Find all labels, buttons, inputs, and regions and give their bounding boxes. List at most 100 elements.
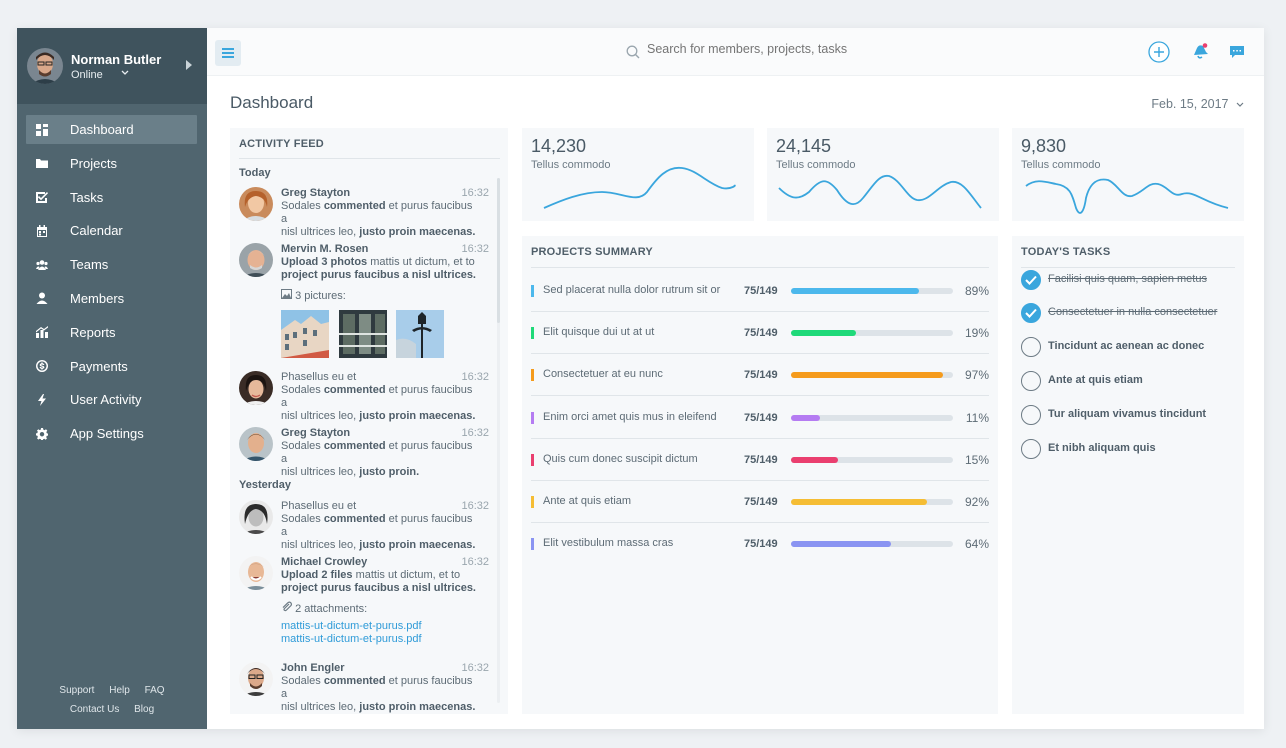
avatar[interactable] — [239, 662, 273, 696]
sidebar-item-calendar[interactable]: Calendar — [26, 216, 197, 245]
project-progress-bar — [791, 288, 953, 294]
project-row[interactable]: Sed placerat nulla dolor rutrum sit or 75… — [531, 269, 989, 311]
chevron-down-icon — [1236, 102, 1244, 107]
feed-author[interactable]: Greg Stayton — [281, 187, 350, 199]
scrollbar-thumb[interactable] — [497, 178, 500, 323]
photo-thumbnail[interactable] — [281, 310, 329, 358]
activity-feed: ACTIVITY FEED Today Greg Stayton 16:32 S… — [230, 128, 508, 714]
user-avatar[interactable] — [27, 48, 63, 84]
sidebar-item-label: Dashboard — [70, 122, 134, 137]
photo-thumbnail[interactable] — [339, 310, 387, 358]
task-item[interactable]: Consectetuer in nulla consectetuer — [1021, 303, 1231, 327]
task-checkbox[interactable] — [1021, 270, 1041, 290]
sidebar-item-user-activity[interactable]: User Activity — [26, 385, 197, 414]
feed-author[interactable]: John Engler — [281, 662, 345, 674]
avatar[interactable] — [239, 556, 273, 590]
task-item[interactable]: Facilisi quis quam, sapien metus — [1021, 270, 1231, 294]
task-item[interactable]: Et nibh aliquam quis — [1021, 439, 1231, 463]
avatar[interactable] — [239, 243, 273, 277]
feed-text: Sodales commented et purus faucibus a nis… — [281, 440, 473, 478]
check-icon — [1025, 275, 1037, 285]
blog-link[interactable]: Blog — [134, 704, 154, 715]
feed-time: 16:32 — [461, 371, 489, 383]
project-row[interactable]: Ante at quis etiam 75/149 92% — [531, 480, 989, 522]
progress-fill — [791, 457, 838, 463]
task-item[interactable]: Tur aliquam vivamus tincidunt — [1021, 405, 1231, 429]
feed-author[interactable]: Phasellus eu et — [281, 500, 356, 512]
project-progress-bar — [791, 499, 953, 505]
sidebar-item-label: Projects — [70, 155, 117, 171]
feed-time: 16:32 — [461, 427, 489, 439]
sidebar-item-dashboard[interactable]: Dashboard — [26, 115, 197, 144]
day-heading-yesterday: Yesterday — [239, 479, 291, 491]
menu-toggle-button[interactable] — [215, 40, 241, 66]
feed-time: 16:32 — [461, 243, 489, 255]
calendar-icon — [35, 224, 48, 237]
search-input[interactable] — [647, 42, 947, 56]
sidebar-item-projects[interactable]: Projects — [26, 149, 197, 178]
stat-label: Tellus commodo — [776, 159, 856, 171]
avatar[interactable] — [239, 187, 273, 221]
date-select[interactable]: Feb. 15, 2017 — [1151, 97, 1244, 111]
feed-time: 16:32 — [461, 187, 489, 199]
avatar[interactable] — [239, 371, 273, 405]
task-item[interactable]: Tincidunt ac aenean ac donec — [1021, 337, 1231, 361]
photo-thumbnail[interactable] — [396, 310, 444, 358]
task-label: Consectetuer in nulla consectetuer — [1048, 306, 1218, 318]
faq-link[interactable]: FAQ — [145, 685, 165, 696]
task-checkbox[interactable] — [1021, 371, 1041, 391]
sidebar-item-tasks[interactable]: Tasks — [26, 183, 197, 212]
project-row[interactable]: Enim orci amet quis mus in eleifend 75/14… — [531, 396, 989, 438]
chevron-down-icon[interactable] — [121, 69, 129, 79]
task-checkbox[interactable] — [1021, 405, 1041, 425]
user-status[interactable]: Online — [71, 69, 103, 81]
sidebar-item-members[interactable]: Members — [26, 284, 197, 313]
member-icon — [35, 292, 48, 305]
project-row[interactable]: Elit vestibulum massa cras 75/149 64% — [531, 522, 989, 564]
feed-author[interactable]: Phasellus eu et — [281, 371, 356, 383]
avatar[interactable] — [239, 427, 273, 461]
project-color-marker — [531, 496, 534, 508]
feed-text: Sodales commented et purus faucibus a nis… — [281, 200, 476, 238]
todays-tasks: TODAY'S TASKS Facilisi quis quam, sapien… — [1012, 236, 1244, 714]
chat-icon — [1230, 46, 1244, 58]
sidebar-item-reports[interactable]: Reports — [26, 318, 197, 347]
attachment-link[interactable]: mattis-ut-dictum-et-purus.pdf — [281, 620, 422, 632]
projects-summary-title: PROJECTS SUMMARY — [531, 246, 653, 258]
project-row[interactable]: Consectetuer at eu nunc 75/149 97% — [531, 353, 989, 395]
check-icon — [1025, 308, 1037, 318]
help-link[interactable]: Help — [109, 685, 130, 696]
add-button[interactable] — [1148, 41, 1170, 63]
sidebar-item-app-settings[interactable]: App Settings — [26, 419, 197, 448]
feed-time: 16:32 — [461, 556, 489, 568]
sidebar-item-label: Members — [70, 290, 125, 306]
contact-us-link[interactable]: Contact Us — [70, 704, 119, 715]
support-link[interactable]: Support — [59, 685, 94, 696]
stat-value: 14,230 — [531, 136, 587, 156]
project-row[interactable]: Quis cum donec suscipit dictum 75/149 15% — [531, 438, 989, 480]
feed-text: Sodales commented et purus faucibus a nis… — [281, 513, 476, 551]
task-item[interactable]: Ante at quis etiam — [1021, 371, 1231, 395]
notifications-button[interactable] — [1189, 41, 1211, 63]
avatar[interactable] — [239, 500, 273, 534]
task-checkbox[interactable] — [1021, 303, 1041, 323]
attachment-link[interactable]: mattis-ut-dictum-et-purus.pdf — [281, 633, 422, 645]
user-profile[interactable]: Norman Butler Online — [17, 28, 207, 104]
tasks-icon — [35, 191, 48, 204]
sidebar-item-teams[interactable]: Teams — [26, 250, 197, 279]
task-checkbox[interactable] — [1021, 337, 1041, 357]
feed-author[interactable]: Greg Stayton — [281, 427, 350, 439]
expand-arrow-icon[interactable] — [186, 60, 192, 70]
feed-author[interactable]: Mervin M. Rosen — [281, 243, 368, 255]
feed-author[interactable]: Michael Crowley — [281, 556, 367, 568]
project-progress-bar — [791, 372, 953, 378]
project-row[interactable]: Elit quisque dui ut at ut 75/149 19% — [531, 311, 989, 353]
task-checkbox[interactable] — [1021, 439, 1041, 459]
stat-label: Tellus commodo — [531, 159, 611, 171]
progress-fill — [791, 541, 891, 547]
messages-button[interactable] — [1226, 41, 1248, 63]
feed-text: Sodales commented et purus faucibus a nis… — [281, 384, 476, 422]
page-title: Dashboard — [230, 93, 314, 112]
project-name: Quis cum donec suscipit dictum — [543, 453, 698, 465]
sidebar-item-payments[interactable]: Payments — [26, 352, 197, 381]
